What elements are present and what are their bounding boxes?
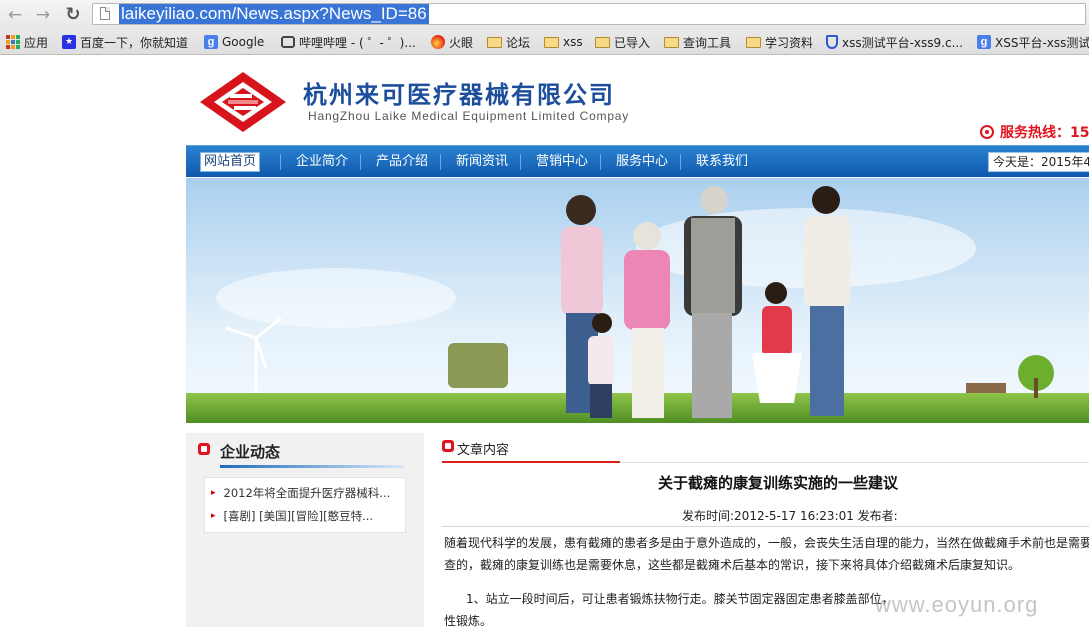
nav-divider <box>360 154 361 170</box>
article-paragraph-line: 随着现代科学的发展，患有截瘫的患者多是由于意外造成的，一般，会丧失生活自理的能力… <box>444 536 1089 550</box>
page-icon <box>100 7 110 20</box>
sidebar-title: 企业动态 <box>220 443 281 461</box>
bookmark-xss-platform[interactable]: g XSS平台-xss测试 <box>977 30 1089 54</box>
company-name-en: HangZhou Laike Medical Equipment Limited… <box>308 109 630 123</box>
reload-icon[interactable]: ↻ <box>62 4 84 26</box>
nav-divider <box>600 154 601 170</box>
bookmark-folder-luntan[interactable]: 论坛 <box>487 30 530 54</box>
section-icon <box>198 443 210 455</box>
bilibili-tv-icon <box>281 36 295 48</box>
bookmark-xss9[interactable]: xss测试平台-xss9.c... <box>826 30 963 54</box>
company-logo[interactable] <box>198 70 288 134</box>
service-hotline: 服务热线：15 <box>980 122 1089 142</box>
browser-toolbar: ← → ↻ laikeyiliao.com/News.aspx?News_ID=… <box>0 0 1089 30</box>
nav-divider <box>280 154 281 170</box>
nav-about[interactable]: 企业简介 <box>296 146 348 177</box>
bookmarks-bar: 应用 ★ 百度一下，你就知道 g Google 哔哩哔哩 - ( ゜- ゜)..… <box>0 30 1089 55</box>
nav-contact[interactable]: 联系我们 <box>696 146 748 177</box>
article-title: 关于截瘫的康复训练实施的一些建议 <box>658 474 899 492</box>
news-list: ▸ 2012年将全面提升医疗器械科... ▸ [喜剧] [美国][冒险][憨豆特… <box>204 477 406 533</box>
folder-icon <box>664 36 679 48</box>
sidebar: 企业动态 ▸ 2012年将全面提升医疗器械科... ▸ [喜剧] [美国][冒险… <box>186 433 424 627</box>
bookmark-huoyan[interactable]: 火眼 <box>431 30 473 54</box>
bookmark-folder-imported[interactable]: 已导入 <box>595 30 650 54</box>
article-tab-label: 文章内容 <box>457 443 510 458</box>
shield-icon <box>826 35 838 49</box>
folder-icon <box>487 36 502 48</box>
bookmark-apps[interactable]: 应用 <box>6 30 48 54</box>
watermark: www.eoyun.org <box>875 592 1039 617</box>
forward-arrow-icon[interactable]: → <box>32 4 54 26</box>
article-meta: 发布时间:2012-5-17 16:23:01 发布者: <box>682 509 898 523</box>
nav-home[interactable]: 网站首页 <box>200 152 261 172</box>
bookmark-google[interactable]: g Google <box>204 30 264 54</box>
google-icon: g <box>204 35 218 49</box>
folder-icon <box>746 36 761 48</box>
address-url[interactable]: laikeyiliao.com/News.aspx?News_ID=86 <box>119 4 429 24</box>
back-arrow-icon[interactable]: ← <box>4 4 26 26</box>
nav-service[interactable]: 服务中心 <box>616 146 668 177</box>
bookmark-bilibili[interactable]: 哔哩哔哩 - ( ゜- ゜)... <box>281 30 416 54</box>
fire-eye-icon <box>431 35 445 49</box>
article-paragraph-line: 查的，截瘫的康复训练也是需要休息，这些都是截瘫术后基本的常识，接下来将具体介绍截… <box>444 558 1021 572</box>
baidu-paw-icon: ★ <box>62 35 76 49</box>
bookmark-folder-study[interactable]: 学习资料 <box>746 30 813 54</box>
nav-marketing[interactable]: 营销中心 <box>536 146 588 177</box>
sidebar-title-underline <box>220 465 404 468</box>
nav-divider <box>680 154 681 170</box>
folder-icon <box>544 36 559 48</box>
google-icon: g <box>977 35 991 49</box>
apps-grid-icon <box>6 35 20 49</box>
nav-news[interactable]: 新闻资讯 <box>456 146 508 177</box>
bookmark-baidu[interactable]: ★ 百度一下，你就知道 <box>62 30 188 54</box>
article-tab-underline <box>442 461 620 463</box>
bullet-arrow-icon: ▸ <box>211 511 216 521</box>
bookmark-folder-tools[interactable]: 查询工具 <box>664 30 731 54</box>
address-bar[interactable]: laikeyiliao.com/News.aspx?News_ID=86 <box>92 3 1086 25</box>
today-date: 今天是：2015年4月 <box>988 152 1089 172</box>
nav-divider <box>440 154 441 170</box>
section-icon <box>442 440 454 452</box>
article-tab-rule <box>620 462 1089 463</box>
banner-image <box>186 178 1089 423</box>
main-navigation: 网站首页 企业简介 产品介绍 新闻资讯 营销中心 服务中心 联系我们 今天是：2… <box>186 145 1089 177</box>
bookmark-folder-xss[interactable]: xss <box>544 30 583 54</box>
article-divider <box>442 526 1089 527</box>
company-name-cn: 杭州来可医疗器械有限公司 <box>303 81 615 109</box>
phone-icon <box>980 125 994 139</box>
nav-divider <box>520 154 521 170</box>
folder-icon <box>595 36 610 48</box>
news-list-item[interactable]: ▸ [喜剧] [美国][冒险][憨豆特... <box>211 505 373 527</box>
bullet-arrow-icon: ▸ <box>211 488 216 498</box>
news-list-item[interactable]: ▸ 2012年将全面提升医疗器械科... <box>211 482 390 504</box>
nav-products[interactable]: 产品介绍 <box>376 146 428 177</box>
